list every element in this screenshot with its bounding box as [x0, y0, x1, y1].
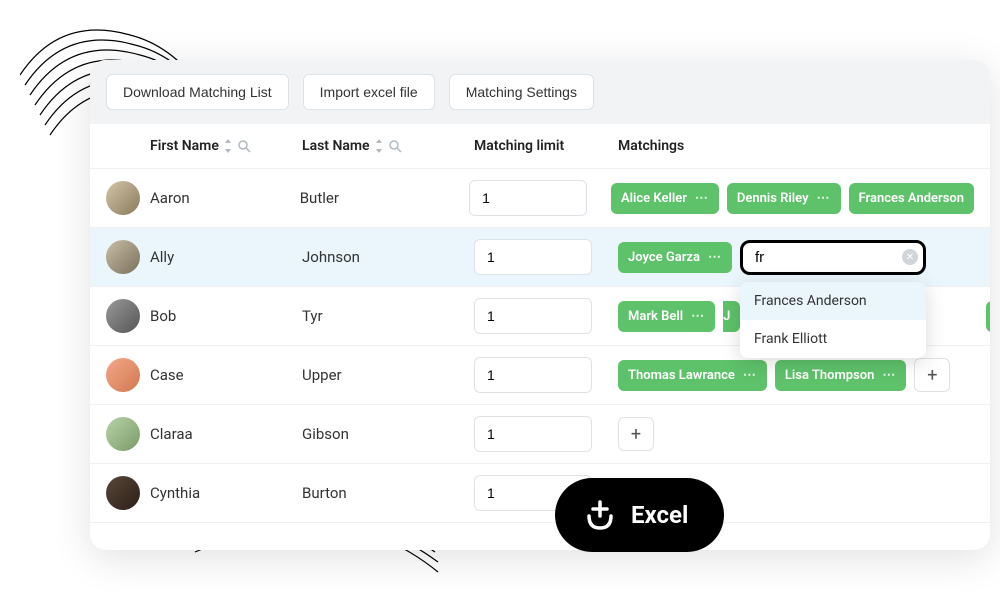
matching-chip[interactable]: J	[723, 301, 740, 332]
avatar	[106, 417, 140, 451]
matching-limit-input[interactable]	[474, 357, 592, 393]
table-row: Cynthia Burton	[90, 464, 990, 523]
search-icon[interactable]	[388, 139, 402, 153]
last-name-cell: Burton	[302, 484, 474, 502]
more-icon[interactable]: ⋯	[708, 250, 722, 265]
matching-chip[interactable]: ⋯	[986, 301, 990, 332]
first-name-cell: Cynthia	[150, 484, 302, 502]
matching-settings-button[interactable]: Matching Settings	[449, 74, 594, 110]
table-row: Claraa Gibson +	[90, 405, 990, 464]
matching-limit-input[interactable]	[474, 416, 592, 452]
add-matching-button[interactable]: +	[914, 358, 950, 392]
last-name-cell: Tyr	[302, 307, 474, 325]
matching-search-input[interactable]	[740, 240, 926, 275]
clear-icon[interactable]: ✕	[902, 249, 918, 265]
matching-chip[interactable]: Lisa Thompson⋯	[775, 360, 907, 391]
more-icon[interactable]: ⋯	[695, 191, 709, 206]
avatar	[106, 299, 140, 333]
matching-chip[interactable]: Joyce Garza⋯	[618, 242, 732, 273]
first-name-cell: Case	[150, 366, 302, 384]
first-name-cell: Ally	[150, 248, 302, 266]
autocomplete-option[interactable]: Frances Anderson	[740, 282, 926, 320]
more-icon[interactable]: ⋯	[691, 309, 705, 324]
matching-chip[interactable]: Thomas Lawrance⋯	[618, 360, 767, 391]
last-name-cell: Upper	[302, 366, 474, 384]
matching-window: Download Matching List Import excel file…	[90, 60, 990, 550]
excel-badge-label: Excel	[631, 501, 688, 529]
matching-limit-input[interactable]	[474, 239, 592, 275]
autocomplete-option[interactable]: Frank Elliott	[740, 320, 926, 358]
first-name-cell: Claraa	[150, 425, 302, 443]
table-row: Ally Johnson Joyce Garza⋯ ✕ Frances Ande…	[90, 228, 990, 287]
column-header-matchings: Matchings	[618, 138, 974, 154]
autocomplete-dropdown: Frances Anderson Frank Elliott	[740, 282, 926, 358]
download-matching-list-button[interactable]: Download Matching List	[106, 74, 289, 110]
table-row: Aaron Butler Alice Keller⋯ Dennis Riley⋯…	[90, 169, 990, 228]
first-name-cell: Aaron	[150, 189, 300, 207]
excel-badge: Excel	[555, 478, 724, 552]
avatar	[106, 181, 140, 215]
sort-icon[interactable]	[223, 139, 233, 153]
matching-limit-input[interactable]	[474, 298, 592, 334]
avatar	[106, 476, 140, 510]
last-name-cell: Butler	[300, 189, 469, 207]
search-icon[interactable]	[237, 139, 251, 153]
matching-limit-input[interactable]	[469, 180, 587, 216]
matching-chip[interactable]: Dennis Riley⋯	[727, 183, 841, 214]
last-name-cell: Gibson	[302, 425, 474, 443]
first-name-cell: Bob	[150, 307, 302, 325]
table-header: First Name Last Name Matching limit Matc…	[90, 124, 990, 169]
toolbar: Download Matching List Import excel file…	[90, 60, 990, 124]
excel-logo-icon	[583, 498, 617, 532]
last-name-cell: Johnson	[302, 248, 474, 266]
column-header-first-name: First Name	[150, 138, 219, 154]
column-header-matching-limit: Matching limit	[474, 138, 618, 154]
more-icon[interactable]: ⋯	[882, 368, 896, 383]
more-icon[interactable]: ⋯	[743, 368, 757, 383]
avatar	[106, 358, 140, 392]
avatar	[106, 240, 140, 274]
sort-icon[interactable]	[374, 139, 384, 153]
matching-chip[interactable]: Frances Anderson	[849, 183, 974, 214]
more-icon[interactable]: ⋯	[817, 191, 831, 206]
add-matching-button[interactable]: +	[618, 417, 654, 451]
matching-chip[interactable]: Alice Keller⋯	[611, 183, 719, 214]
matching-chip[interactable]: Mark Bell⋯	[618, 301, 715, 332]
import-excel-button[interactable]: Import excel file	[303, 74, 435, 110]
column-header-last-name: Last Name	[302, 138, 370, 154]
